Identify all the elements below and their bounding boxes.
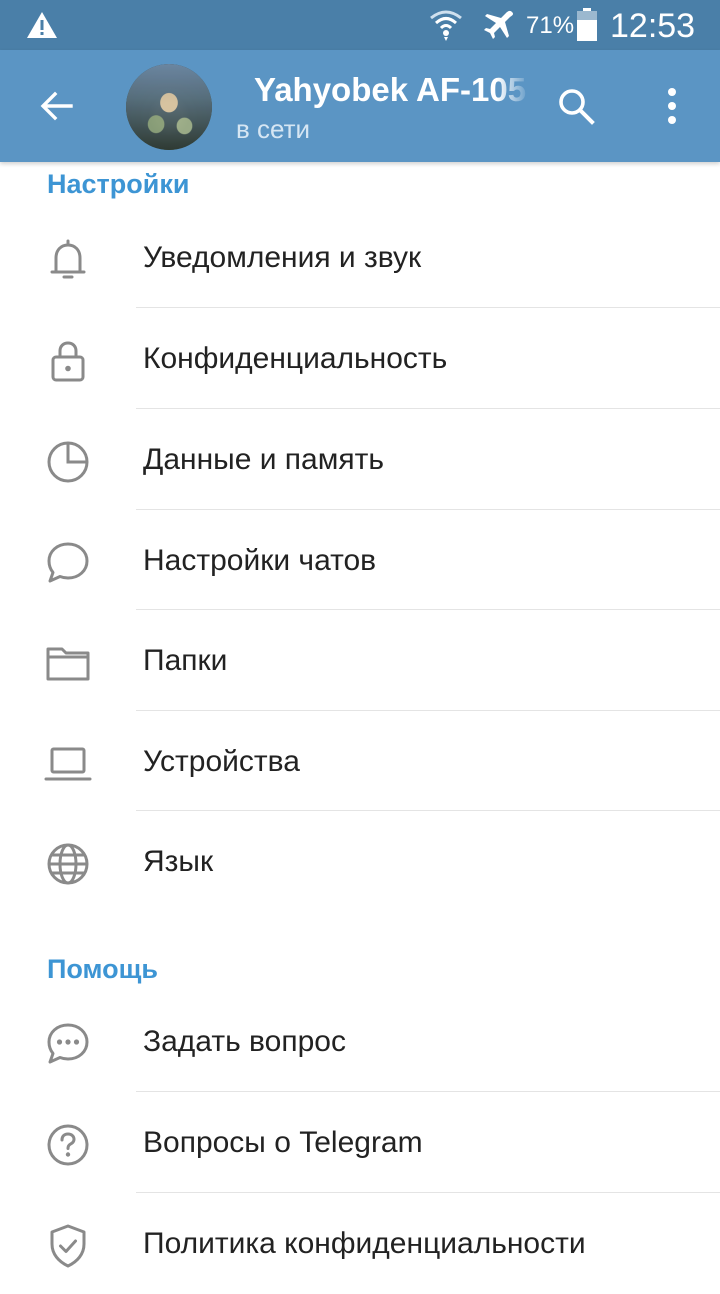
settings-item-devices[interactable]: Устройства — [0, 712, 720, 812]
divider — [136, 1192, 720, 1193]
back-arrow-icon — [40, 91, 73, 121]
settings-item-language[interactable]: Язык — [0, 812, 720, 912]
online-status: в сети — [236, 114, 311, 144]
folder-icon — [46, 647, 90, 681]
divider — [136, 408, 720, 409]
bell-icon — [50, 239, 86, 279]
settings-item-privacy[interactable]: Конфиденциальность — [0, 309, 720, 409]
shield-check-icon — [50, 1224, 86, 1268]
more-options-button[interactable] — [644, 78, 700, 134]
settings-item-chat-settings[interactable]: Настройки чатов — [0, 511, 720, 611]
app-bar: Yahyobek AF-105 в сети — [0, 50, 720, 162]
profile-name: Yahyobek AF-105 — [254, 71, 527, 108]
laptop-icon — [44, 747, 92, 781]
divider — [136, 710, 720, 711]
settings-item-label: Язык — [143, 845, 214, 878]
help-item-ask-question[interactable]: Задать вопрос — [0, 992, 720, 1092]
status-bar: 71% 12:53 — [0, 0, 720, 50]
settings-item-label: Конфиденциальность — [143, 342, 448, 375]
help-item-label: Вопросы о Telegram — [143, 1126, 423, 1159]
chat-dots-icon — [47, 1023, 89, 1064]
settings-item-label: Уведомления и звук — [143, 241, 422, 274]
divider — [136, 609, 720, 610]
settings-item-label: Папки — [143, 644, 228, 677]
warning-icon — [27, 12, 57, 38]
pie-chart-icon — [47, 441, 89, 483]
settings-item-data-storage[interactable]: Данные и память — [0, 410, 720, 510]
back-button[interactable] — [28, 78, 84, 134]
chat-bubble-icon — [47, 542, 89, 583]
search-button[interactable] — [548, 78, 604, 134]
avatar[interactable] — [126, 64, 212, 150]
airplane-icon — [484, 10, 514, 39]
settings-item-notifications[interactable]: Уведомления и звук — [0, 208, 720, 308]
question-icon — [47, 1124, 89, 1166]
settings-item-label: Данные и память — [143, 443, 384, 476]
help-item-privacy-policy[interactable]: Политика конфиденциальности — [0, 1194, 720, 1294]
wifi-icon — [430, 10, 462, 41]
avatar-image — [126, 64, 212, 150]
help-item-label: Политика конфиденциальности — [143, 1227, 586, 1260]
globe-icon — [47, 843, 89, 885]
section-header-help: Помощь — [47, 954, 159, 984]
divider — [136, 1091, 720, 1092]
divider — [136, 810, 720, 811]
divider — [136, 509, 720, 510]
search-icon — [559, 89, 595, 125]
help-item-telegram-faq[interactable]: Вопросы о Telegram — [0, 1093, 720, 1193]
section-header-settings: Настройки — [47, 169, 190, 199]
settings-item-label: Устройства — [143, 745, 300, 778]
battery-percent: 71% — [526, 12, 575, 39]
settings-item-label: Настройки чатов — [143, 544, 377, 577]
divider — [136, 307, 720, 308]
help-item-label: Задать вопрос — [143, 1025, 346, 1058]
lock-icon — [51, 341, 85, 382]
more-vert-icon — [668, 88, 676, 124]
settings-item-folders[interactable]: Папки — [0, 611, 720, 711]
battery-icon — [577, 8, 597, 41]
clock: 12:53 — [610, 7, 696, 45]
